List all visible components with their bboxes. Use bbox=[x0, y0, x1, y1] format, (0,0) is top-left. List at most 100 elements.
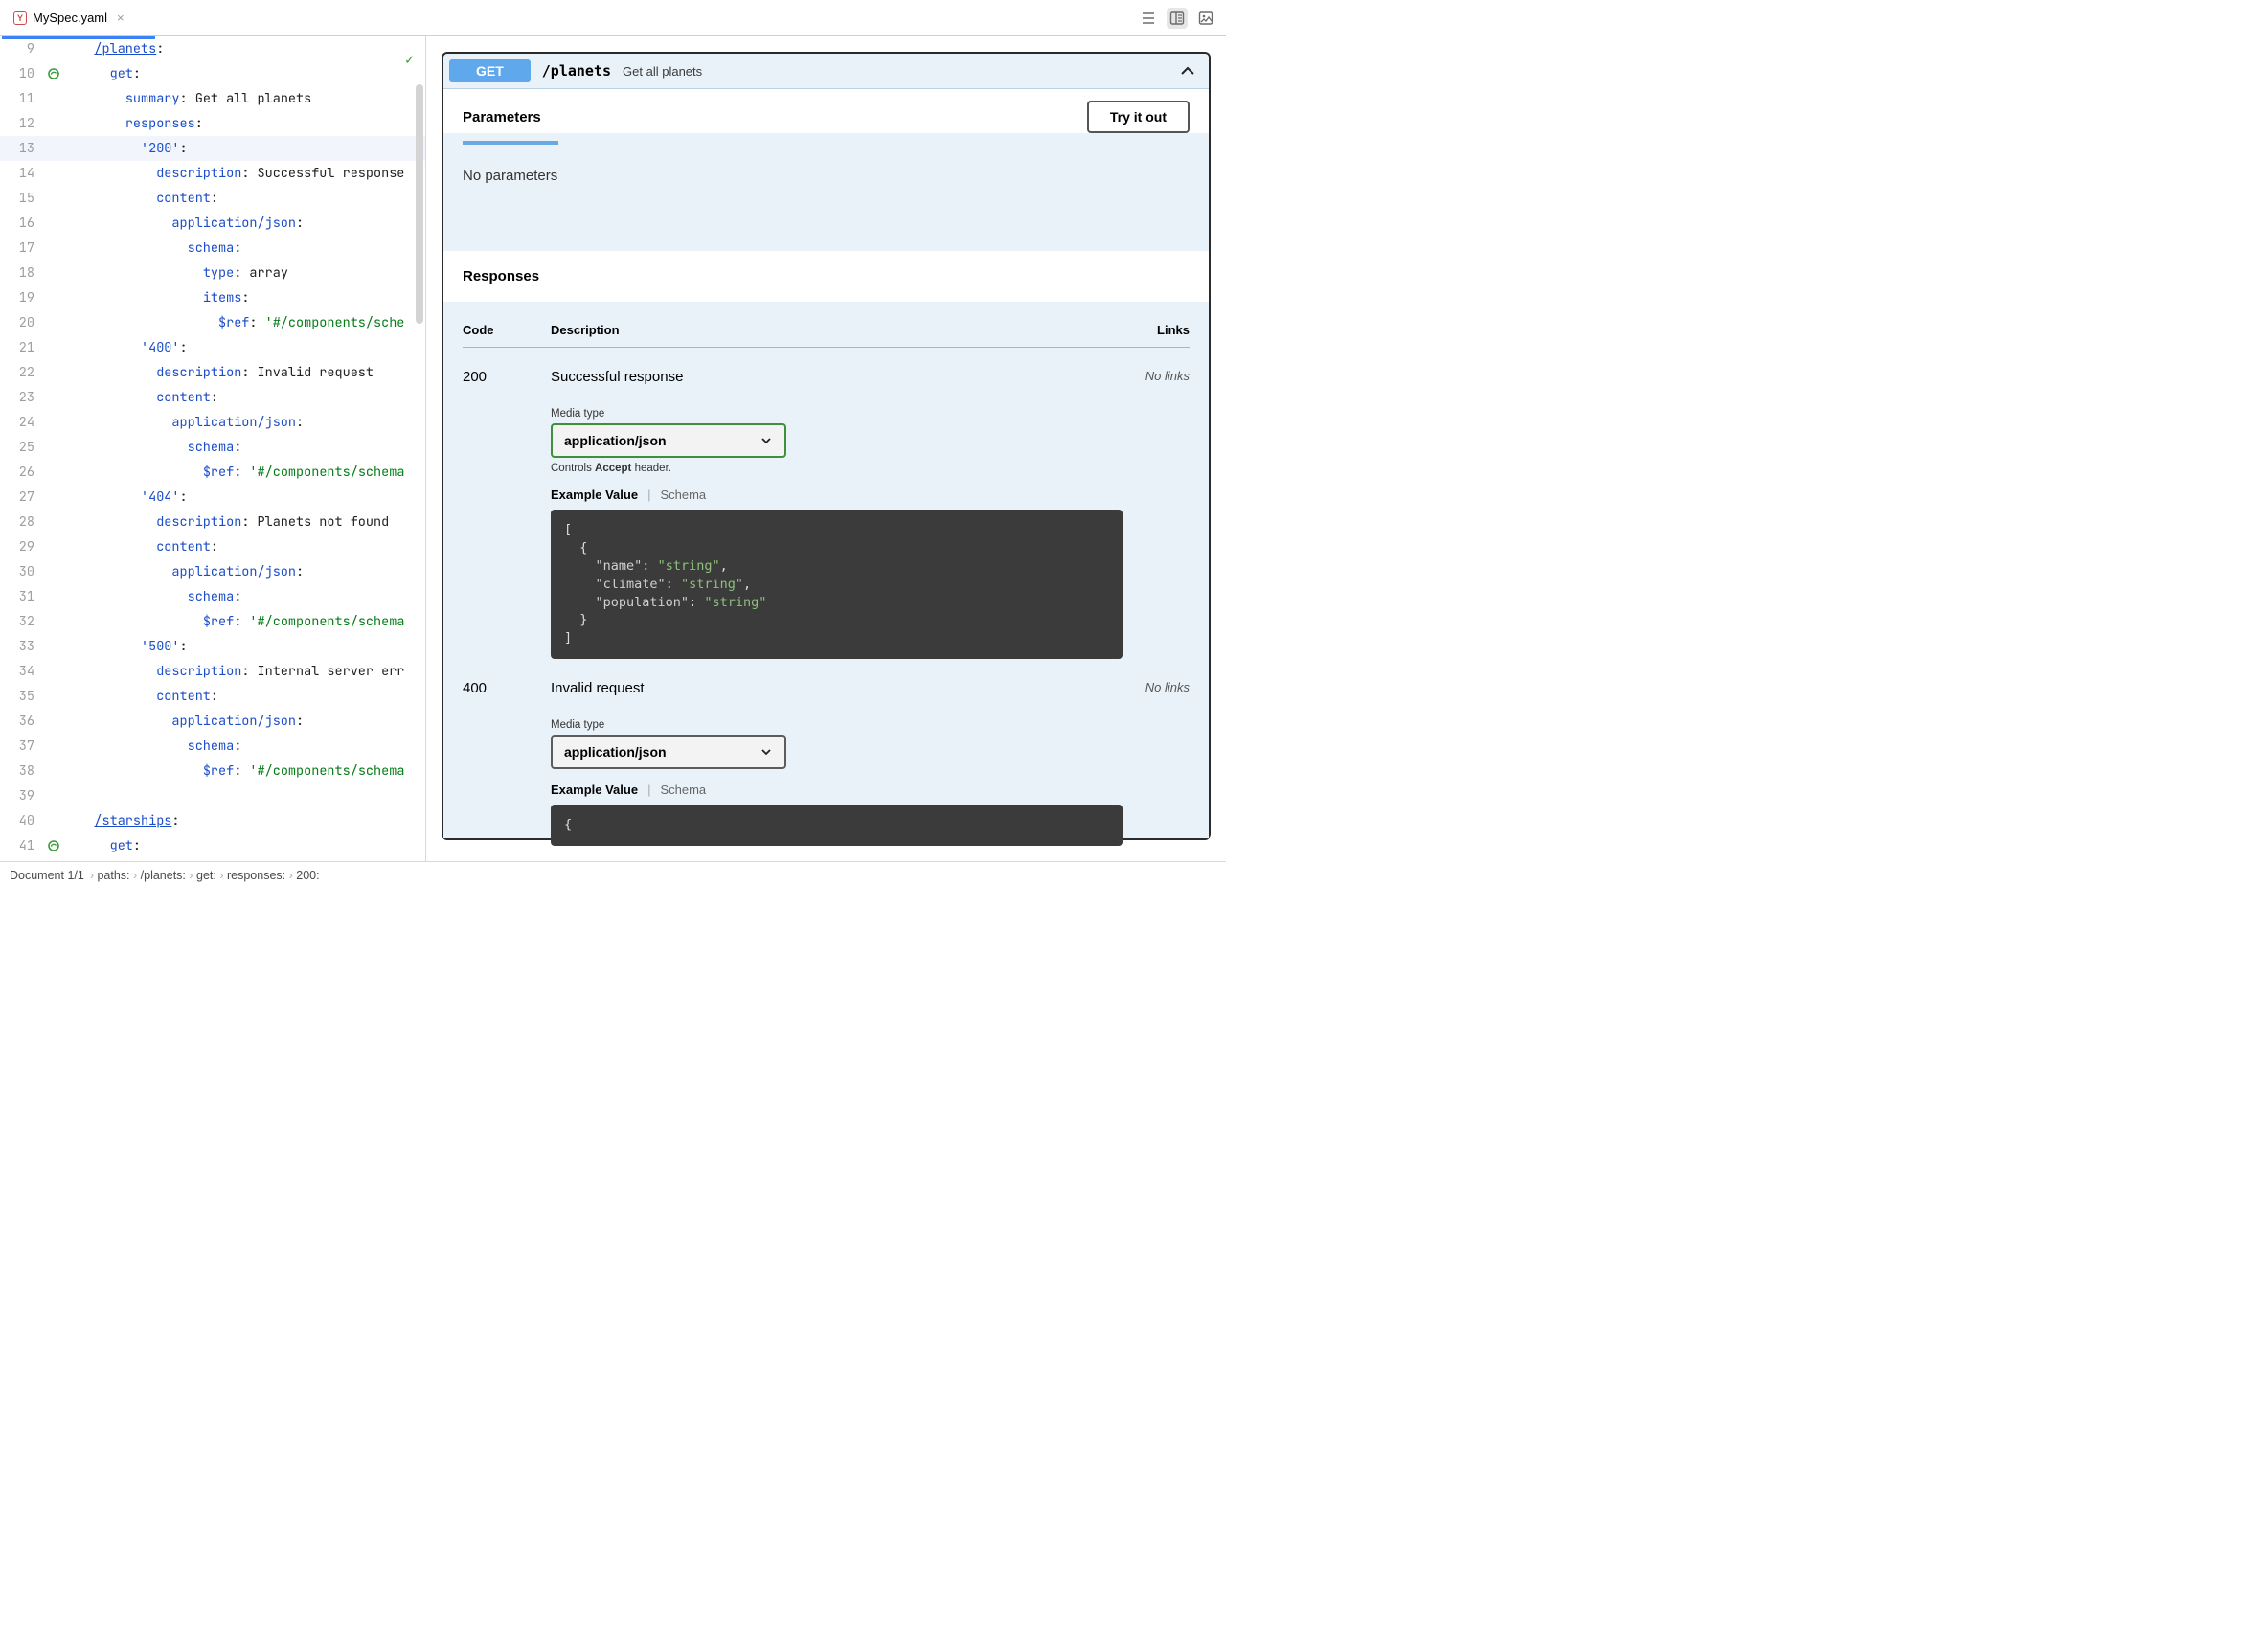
breadcrumb-item[interactable]: get: bbox=[196, 869, 216, 882]
gutter-icon bbox=[44, 161, 63, 186]
code-text: /starships: bbox=[63, 808, 180, 833]
media-type-label: Media type bbox=[551, 719, 1123, 731]
gutter-icon bbox=[44, 559, 63, 584]
code-text: content: bbox=[63, 684, 218, 709]
media-type-select[interactable]: application/json bbox=[551, 423, 786, 458]
try-it-out-button[interactable]: Try it out bbox=[1087, 101, 1190, 133]
line-number: 34 bbox=[0, 659, 44, 684]
gutter-icon bbox=[44, 36, 63, 61]
code-line[interactable]: 16 application/json: bbox=[0, 211, 425, 236]
code-line[interactable]: 14 description: Successful response bbox=[0, 161, 425, 186]
code-line[interactable]: 25 schema: bbox=[0, 435, 425, 460]
code-line[interactable]: 9 /planets: bbox=[0, 36, 425, 61]
gutter-icon bbox=[44, 510, 63, 534]
gutter-icon bbox=[44, 734, 63, 759]
code-text: type: array bbox=[63, 261, 288, 285]
gutter-icon bbox=[44, 136, 63, 161]
example-value-tab[interactable]: Example Value bbox=[551, 783, 638, 797]
code-line[interactable]: 22 description: Invalid request bbox=[0, 360, 425, 385]
code-line[interactable]: 24 application/json: bbox=[0, 410, 425, 435]
yaml-file-icon: Y bbox=[13, 11, 27, 25]
code-line[interactable]: 28 description: Planets not found bbox=[0, 510, 425, 534]
split-preview-icon[interactable] bbox=[1167, 8, 1188, 29]
schema-tab[interactable]: Schema bbox=[660, 783, 706, 797]
code-line[interactable]: 30 application/json: bbox=[0, 559, 425, 584]
breadcrumb-item[interactable]: 200: bbox=[296, 869, 319, 882]
operation-header[interactable]: GET /planets Get all planets bbox=[443, 54, 1209, 89]
code-line[interactable]: 32 $ref: '#/components/schema bbox=[0, 609, 425, 634]
media-type-select[interactable]: application/json bbox=[551, 735, 786, 769]
code-line[interactable]: 27 '404': bbox=[0, 485, 425, 510]
code-text: items: bbox=[63, 285, 249, 310]
close-tab-icon[interactable]: × bbox=[117, 11, 125, 25]
code-text: $ref: '#/components/schema bbox=[63, 609, 404, 634]
image-preview-icon[interactable] bbox=[1195, 8, 1216, 29]
breadcrumb-item[interactable]: paths: bbox=[97, 869, 129, 882]
breadcrumb-item[interactable]: /planets: bbox=[141, 869, 186, 882]
code-line[interactable]: 12 responses: bbox=[0, 111, 425, 136]
gutter-icon bbox=[44, 261, 63, 285]
line-number: 20 bbox=[0, 310, 44, 335]
operation-summary: Get all planets bbox=[623, 64, 702, 79]
line-number: 17 bbox=[0, 236, 44, 261]
editor-scrollbar[interactable] bbox=[416, 84, 423, 324]
responses-col-code: Code bbox=[463, 323, 551, 337]
file-tab[interactable]: Y MySpec.yaml × bbox=[0, 0, 136, 36]
line-number: 33 bbox=[0, 634, 44, 659]
gutter-icon bbox=[44, 659, 63, 684]
code-text: /planets: bbox=[63, 36, 164, 61]
gutter-icon bbox=[44, 485, 63, 510]
line-number: 35 bbox=[0, 684, 44, 709]
example-value-tab[interactable]: Example Value bbox=[551, 488, 638, 502]
operation-path: /planets bbox=[542, 62, 611, 79]
responses-col-links: Links bbox=[1123, 323, 1190, 337]
gutter-icon bbox=[44, 310, 63, 335]
code-line[interactable]: 23 content: bbox=[0, 385, 425, 410]
code-text: $ref: '#/components/schema bbox=[63, 759, 404, 783]
gutter-icon bbox=[44, 759, 63, 783]
code-line[interactable]: 36 application/json: bbox=[0, 709, 425, 734]
code-line[interactable]: 41 get: bbox=[0, 833, 425, 858]
code-line[interactable]: 11 summary: Get all planets bbox=[0, 86, 425, 111]
code-text: summary: Get all planets bbox=[63, 86, 311, 111]
code-line[interactable]: 21 '400': bbox=[0, 335, 425, 360]
code-line[interactable]: 31 schema: bbox=[0, 584, 425, 609]
no-parameters-text: No parameters bbox=[443, 145, 1209, 251]
code-editor[interactable]: ✓ 9 /planets:10 get:11 summary: Get all … bbox=[0, 36, 426, 861]
code-line[interactable]: 29 content: bbox=[0, 534, 425, 559]
code-line[interactable]: 40 /starships: bbox=[0, 808, 425, 833]
line-number: 41 bbox=[0, 833, 44, 858]
response-description: Successful response bbox=[551, 369, 1123, 385]
code-text: description: Planets not found bbox=[63, 510, 389, 534]
validation-ok-icon: ✓ bbox=[405, 50, 414, 69]
code-line[interactable]: 10 get: bbox=[0, 61, 425, 86]
code-line[interactable]: 18 type: array bbox=[0, 261, 425, 285]
code-line[interactable]: 19 items: bbox=[0, 285, 425, 310]
code-line[interactable]: 26 $ref: '#/components/schema bbox=[0, 460, 425, 485]
code-line[interactable]: 39 bbox=[0, 783, 425, 808]
breadcrumb: Document 1/1 › paths: › /planets: › get:… bbox=[0, 861, 1226, 888]
gutter-icon bbox=[44, 86, 63, 111]
breadcrumb-item[interactable]: responses: bbox=[227, 869, 285, 882]
code-text: schema: bbox=[63, 236, 241, 261]
line-number: 23 bbox=[0, 385, 44, 410]
code-line[interactable]: 35 content: bbox=[0, 684, 425, 709]
schema-tab[interactable]: Schema bbox=[660, 488, 706, 502]
code-text: application/json: bbox=[63, 211, 304, 236]
gutter-icon bbox=[44, 833, 63, 858]
code-text: content: bbox=[63, 186, 218, 211]
code-line[interactable]: 37 schema: bbox=[0, 734, 425, 759]
code-text: '400': bbox=[63, 335, 188, 360]
code-line[interactable]: 15 content: bbox=[0, 186, 425, 211]
code-line[interactable]: 17 schema: bbox=[0, 236, 425, 261]
code-line[interactable]: 33 '500': bbox=[0, 634, 425, 659]
collapse-chevron-icon[interactable] bbox=[1178, 61, 1197, 80]
code-line[interactable]: 20 $ref: '#/components/sche bbox=[0, 310, 425, 335]
media-type-label: Media type bbox=[551, 408, 1123, 420]
list-view-icon[interactable] bbox=[1138, 8, 1159, 29]
code-line[interactable]: 34 description: Internal server err bbox=[0, 659, 425, 684]
code-line[interactable]: 38 $ref: '#/components/schema bbox=[0, 759, 425, 783]
code-line[interactable]: 13 '200': bbox=[0, 136, 425, 161]
file-tab-label: MySpec.yaml bbox=[33, 11, 107, 25]
tab-separator: | bbox=[647, 783, 650, 797]
